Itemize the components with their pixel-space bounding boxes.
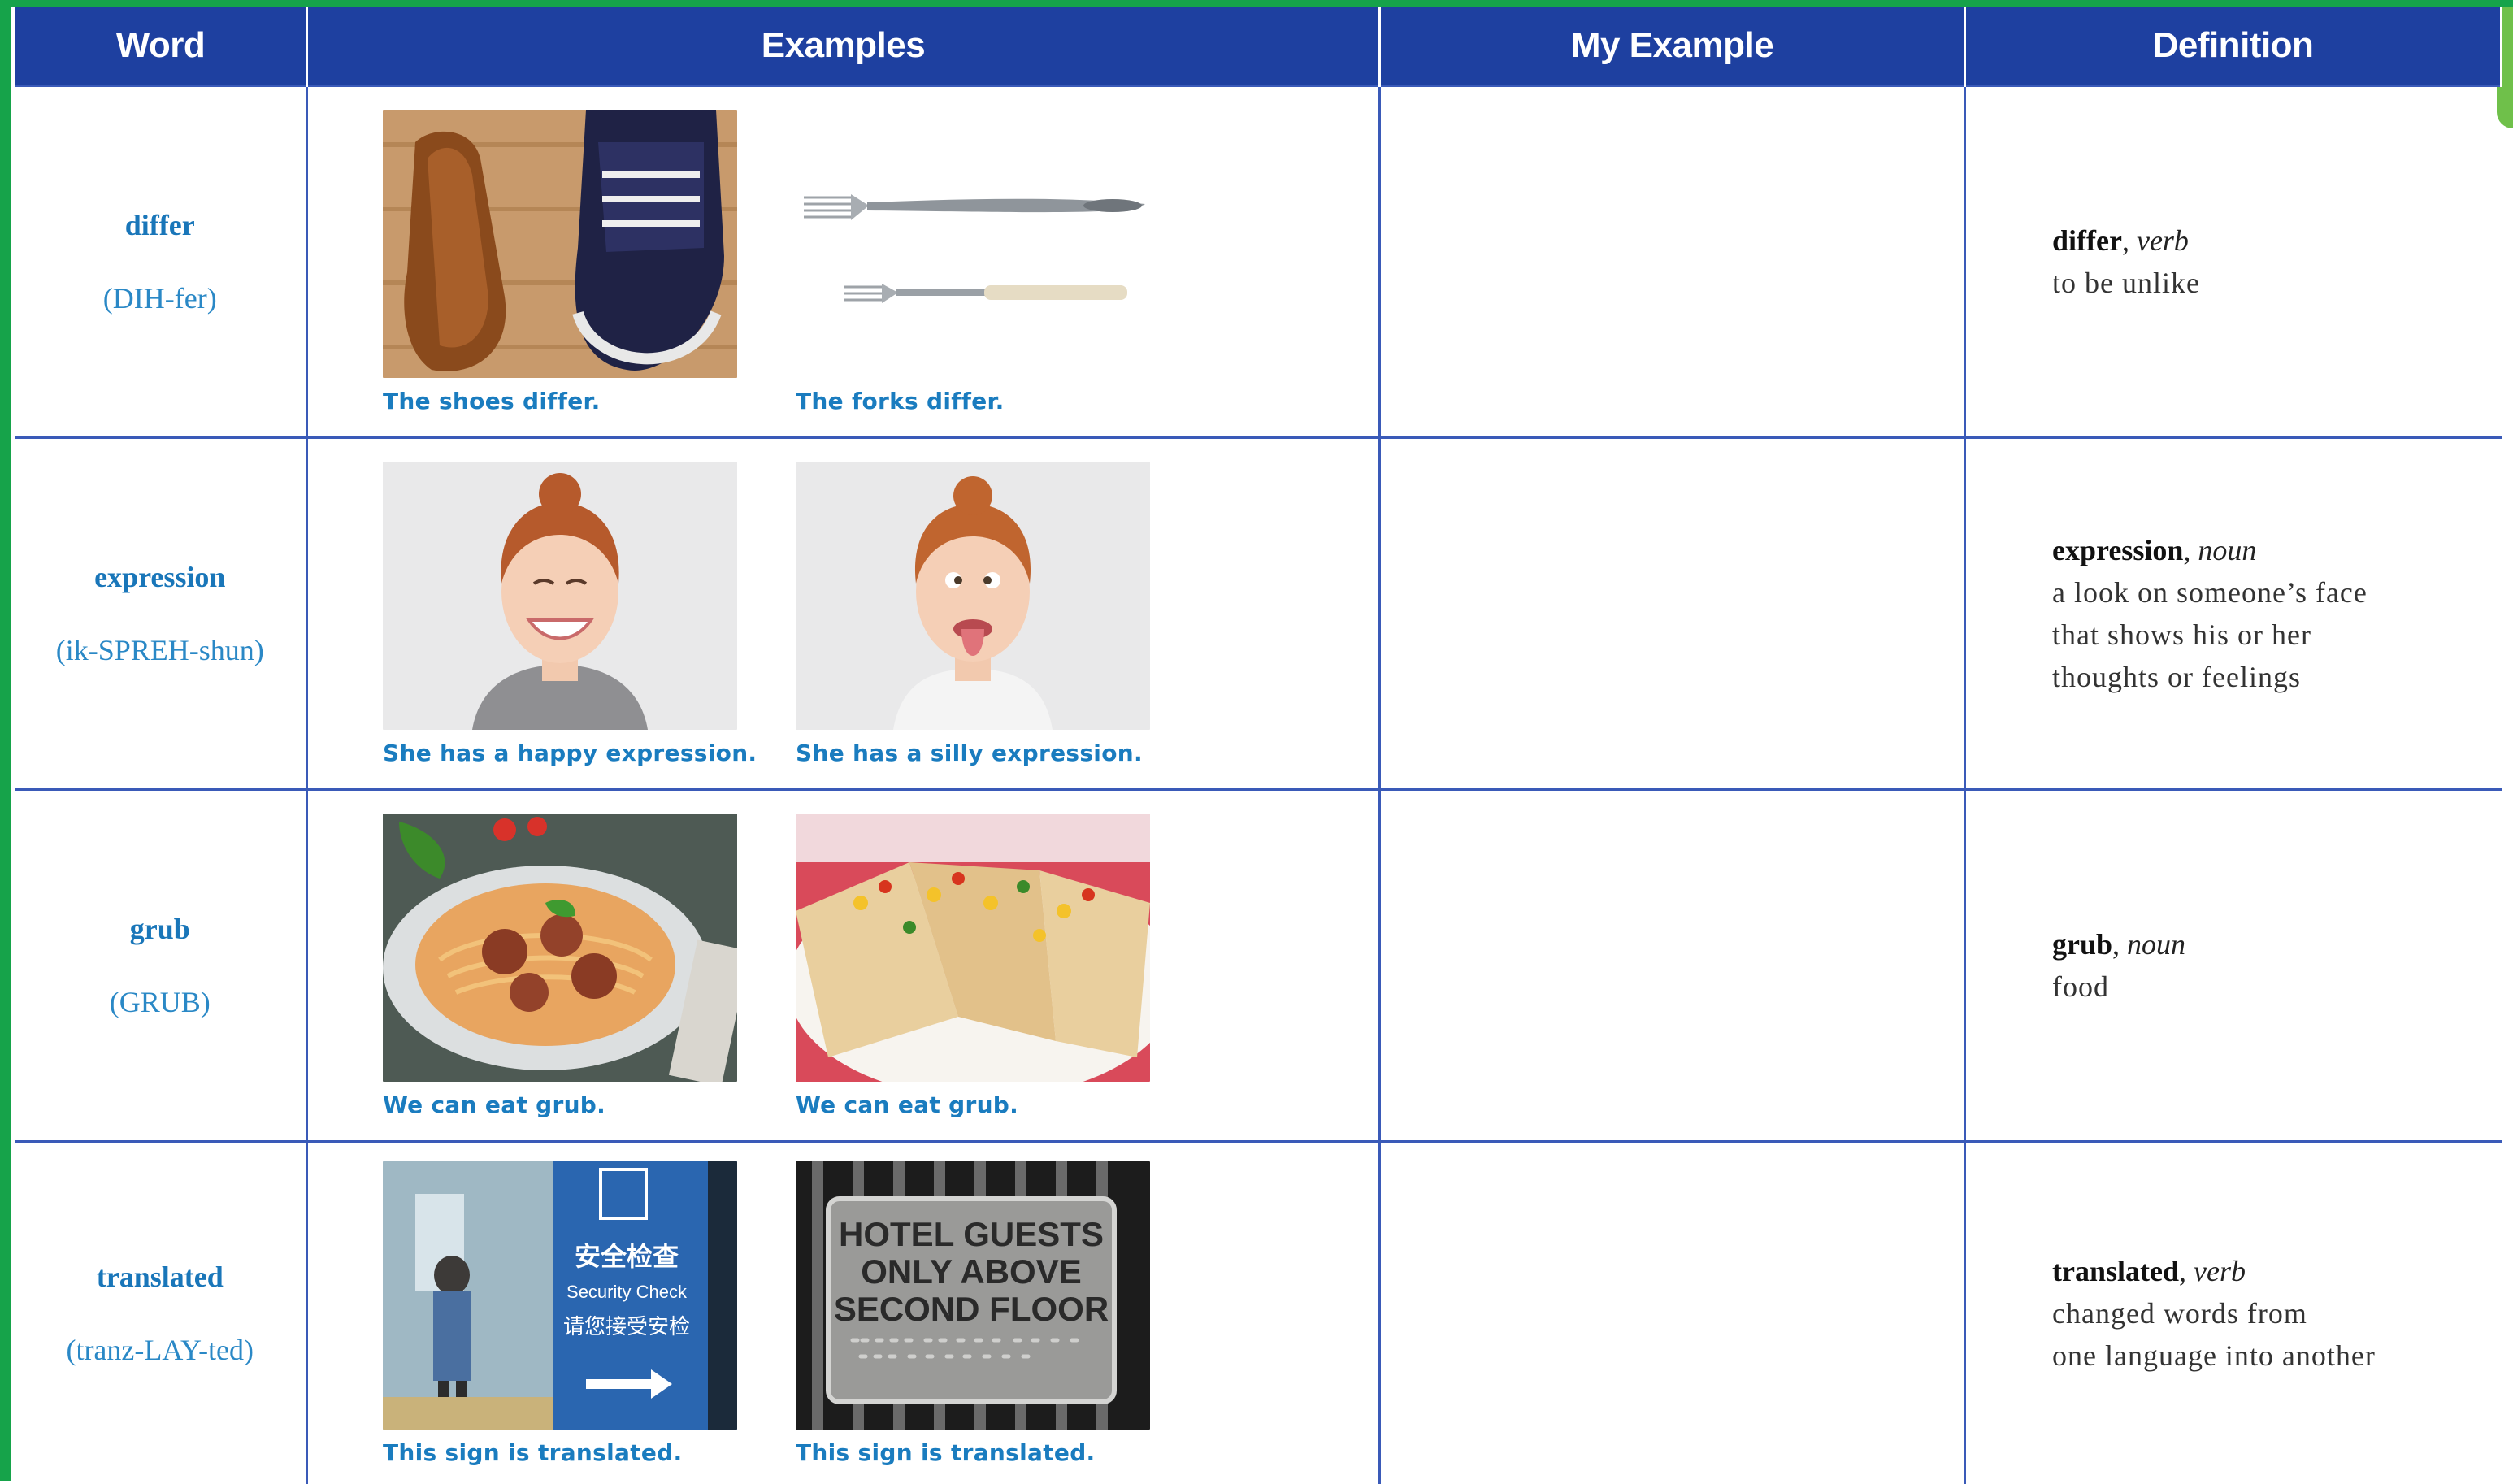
pronunciation: (tranz-LAY-ted) xyxy=(15,1333,306,1367)
word-cell: differ (DIH-fer) xyxy=(15,86,307,438)
pronunciation: (DIH-fer) xyxy=(15,281,306,315)
example-caption: This sign is translated. xyxy=(383,1439,737,1466)
vocab-word: differ xyxy=(15,208,306,242)
sign-line-3: SECOND FLOOR xyxy=(834,1290,1109,1328)
pronunciation: (GRUB) xyxy=(15,985,306,1019)
definition-headword: expression xyxy=(2052,534,2183,566)
vocabulary-table: Word Examples My Example Definition diff… xyxy=(13,7,2502,1484)
example-caption: We can eat grub. xyxy=(383,1091,737,1118)
woman-tongue-out-photo xyxy=(796,462,1150,730)
examples-cell: 安全检查 Security Check 请您接受安检 This sign is … xyxy=(307,1142,1380,1484)
examples-cell: We can eat grub. xyxy=(307,790,1380,1142)
sign-chinese-bottom: 请您接受安检 xyxy=(563,1315,690,1339)
table-row: grub (GRUB) xyxy=(15,790,2502,1142)
example-caption: The shoes differ. xyxy=(383,388,737,414)
example-item: We can eat grub. xyxy=(383,814,737,1118)
example-item: We can eat grub. xyxy=(796,814,1150,1118)
quesadilla-photo xyxy=(796,814,1150,1082)
definition-cell: expression, noun a look on someone’s fac… xyxy=(1965,438,2502,790)
hotel-guests-braille-sign-photo: HOTEL GUESTS ONLY ABOVE SECOND FLOOR xyxy=(796,1161,1150,1430)
sign-line-1: HOTEL GUESTS xyxy=(839,1215,1104,1253)
definition-cell: grub, noun food xyxy=(1965,790,2502,1142)
example-item: HOTEL GUESTS ONLY ABOVE SECOND FLOOR Thi… xyxy=(796,1161,1150,1466)
table-row: translated (tranz-LAY-ted) xyxy=(15,1142,2502,1484)
header-definition: Definition xyxy=(1965,7,2502,86)
my-example-cell[interactable] xyxy=(1380,790,1965,1142)
definition-text: to be unlike xyxy=(2052,262,2502,304)
table-header-row: Word Examples My Example Definition xyxy=(15,7,2502,86)
vocab-word: translated xyxy=(15,1260,306,1294)
part-of-speech: noun xyxy=(2127,928,2185,961)
two-forks-photo xyxy=(796,110,1150,378)
my-example-cell[interactable] xyxy=(1380,438,1965,790)
vocabulary-sheet: Word Examples My Example Definition diff… xyxy=(13,7,2500,1481)
definition-cell: translated, verb changed words from one … xyxy=(1965,1142,2502,1484)
definition-headword: differ xyxy=(2052,224,2122,257)
vocab-word: grub xyxy=(15,912,306,946)
part-of-speech: verb xyxy=(2194,1255,2246,1287)
sign-line-2: ONLY ABOVE xyxy=(861,1252,1082,1291)
sign-chinese-top: 安全检查 xyxy=(575,1241,679,1272)
page-frame-left xyxy=(0,0,11,1481)
example-caption: The forks differ. xyxy=(796,388,1150,414)
example-caption: She has a silly expression. xyxy=(796,740,1150,766)
example-item: The forks differ. xyxy=(796,110,1150,414)
definition-text: a look on someone’s face that shows his … xyxy=(2052,571,2502,698)
header-word: Word xyxy=(15,7,307,86)
example-item: The shoes differ. xyxy=(383,110,737,414)
examples-cell: She has a happy expression. xyxy=(307,438,1380,790)
definition-headword: translated xyxy=(2052,1255,2179,1287)
header-examples: Examples xyxy=(307,7,1380,86)
my-example-cell[interactable] xyxy=(1380,1142,1965,1484)
example-item: 安全检查 Security Check 请您接受安检 This sign is … xyxy=(383,1161,737,1466)
part-of-speech: noun xyxy=(2198,534,2256,566)
definition-cell: differ, verb to be unlike xyxy=(1965,86,2502,438)
definition-text: food xyxy=(2052,965,2502,1008)
pronunciation: (ik-SPREH-shun) xyxy=(15,633,306,667)
example-item: She has a silly expression. xyxy=(796,462,1150,766)
my-example-cell[interactable] xyxy=(1380,86,1965,438)
brown-shoe-and-sneaker-photo xyxy=(383,110,737,378)
definition-headword: grub xyxy=(2052,928,2112,961)
header-my-example: My Example xyxy=(1380,7,1965,86)
example-caption: She has a happy expression. xyxy=(383,740,737,766)
sign-english: Security Check xyxy=(566,1282,688,1302)
word-cell: translated (tranz-LAY-ted) xyxy=(15,1142,307,1484)
word-cell: grub (GRUB) xyxy=(15,790,307,1142)
example-caption: This sign is translated. xyxy=(796,1439,1150,1466)
vocab-word: expression xyxy=(15,560,306,594)
definition-text: changed words from one language into ano… xyxy=(2052,1292,2502,1377)
table-row: expression (ik-SPREH-shun) xyxy=(15,438,2502,790)
table-row: differ (DIH-fer) xyxy=(15,86,2502,438)
word-cell: expression (ik-SPREH-shun) xyxy=(15,438,307,790)
example-caption: We can eat grub. xyxy=(796,1091,1150,1118)
part-of-speech: verb xyxy=(2137,224,2189,257)
spaghetti-meatballs-photo xyxy=(383,814,737,1082)
page-frame-top xyxy=(0,0,2513,7)
example-item: She has a happy expression. xyxy=(383,462,737,766)
security-check-sign-photo: 安全检查 Security Check 请您接受安检 xyxy=(383,1161,737,1430)
smiling-woman-photo xyxy=(383,462,737,730)
examples-cell: The shoes differ. xyxy=(307,86,1380,438)
